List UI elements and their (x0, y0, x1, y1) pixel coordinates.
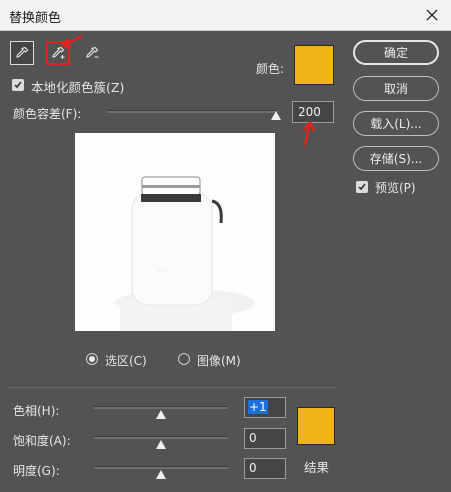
hue-input[interactable]: +1 (244, 397, 286, 418)
preview-label: 预览(P) (375, 181, 416, 195)
eyedropper-icon[interactable] (10, 41, 34, 65)
eyedropper-minus-icon[interactable] (80, 41, 104, 65)
lightness-input[interactable]: 0 (244, 458, 286, 479)
preview-checkbox[interactable] (356, 181, 368, 193)
tolerance-slider-track[interactable] (107, 110, 277, 113)
tolerance-label: 颜色容差(F): (13, 107, 82, 121)
replace-color-dialog: 替换颜色 颜色: 本地化颜色簇(Z) 颜色容差(F): 200 ~ ~ 选区(C… (0, 0, 451, 492)
title-bar: 替换颜色 (0, 0, 451, 31)
hue-label: 色相(H): (13, 404, 60, 418)
svg-text:~ ~: ~ ~ (157, 269, 167, 275)
saturation-slider-track[interactable] (94, 436, 228, 439)
hue-value-highlight: +1 (248, 400, 268, 414)
image-radio[interactable] (178, 353, 190, 365)
image-radio-label: 图像(M) (197, 354, 241, 368)
localized-clusters-label: 本地化颜色簇(Z) (31, 80, 125, 95)
result-label: 结果 (304, 460, 330, 475)
hue-slider-thumb[interactable] (156, 410, 166, 419)
ok-button[interactable]: 确定 (353, 40, 439, 65)
saturation-label: 饱和度(A): (13, 434, 71, 448)
saturation-input[interactable]: 0 (244, 428, 286, 449)
saturation-slider-thumb[interactable] (156, 440, 166, 449)
selection-radio[interactable] (86, 353, 98, 365)
window-title: 替换颜色 (9, 11, 62, 26)
selection-preview: ~ ~ (75, 133, 275, 331)
save-button[interactable]: 存储(S)... (353, 146, 439, 171)
result-color-swatch[interactable] (297, 407, 335, 445)
lightness-slider-track[interactable] (94, 466, 228, 469)
tolerance-slider-thumb[interactable] (271, 111, 281, 120)
hue-slider-track[interactable] (94, 406, 228, 409)
section-divider (8, 387, 335, 388)
color-label: 颜色: (256, 62, 285, 76)
selection-radio-label: 选区(C) (105, 354, 147, 368)
eyedropper-plus-icon[interactable] (46, 41, 70, 65)
tolerance-input[interactable]: 200 (292, 101, 334, 123)
localized-clusters-checkbox[interactable] (12, 79, 24, 91)
cancel-button[interactable]: 取消 (353, 76, 439, 101)
close-icon[interactable] (423, 6, 441, 24)
lightness-label: 明度(G): (13, 464, 60, 478)
selected-color-swatch[interactable] (294, 45, 334, 85)
load-button[interactable]: 载入(L)... (353, 111, 439, 136)
lightness-slider-thumb[interactable] (156, 470, 166, 479)
